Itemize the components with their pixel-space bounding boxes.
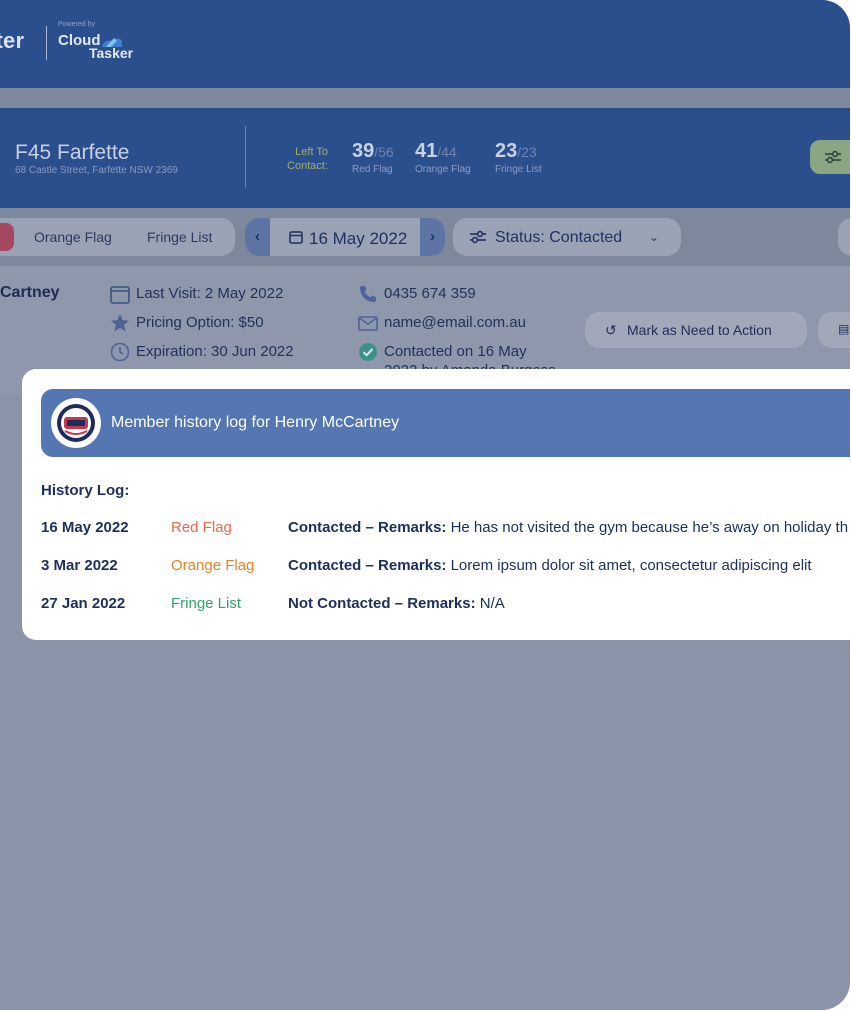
location-address: 68 Castle Street, Farfette NSW 2369	[15, 165, 178, 176]
flag-tab-group: Orange Flag Fringe List	[0, 218, 235, 256]
extra-filter-button[interactable]	[838, 218, 850, 256]
log-date: 27 Jan 2022	[41, 595, 126, 612]
status-sliders-icon	[470, 230, 486, 244]
tab-red-flag[interactable]	[0, 223, 14, 251]
history-log-modal: Member history log for Henry McCartney H…	[22, 369, 850, 640]
expiration-text: Expiration: 30 Jun 2022	[136, 343, 294, 360]
log-status: Contacted –	[288, 519, 374, 536]
log-remarks: He has not visited the gym because he’s …	[450, 519, 849, 536]
mail-icon	[358, 316, 378, 331]
calendar-icon	[110, 286, 130, 304]
pricing-text: Pricing Option: $50	[136, 314, 264, 331]
filter-bar: Orange Flag Fringe List ‹ 16 May 2022 › …	[0, 208, 850, 266]
tab-orange-flag[interactable]: Orange Flag	[34, 229, 112, 245]
stat-orange-total: /44	[437, 144, 457, 160]
check-circle-icon	[359, 343, 377, 361]
log-remarks-label: Remarks:	[378, 557, 447, 574]
sliders-icon	[825, 150, 841, 164]
cloudtasker-logo-icon	[102, 38, 122, 47]
history-log-row: 27 Jan 2022 Fringe List Not Contacted – …	[41, 595, 850, 617]
top-bar: tter Powered by Cloud Tasker	[0, 0, 850, 88]
log-remarks: Lorem ipsum dolor sit amet, consectetur …	[450, 557, 812, 574]
date-picker: ‹ 16 May 2022 ›	[245, 218, 445, 256]
mark-need-to-action-label: Mark as Need to Action	[627, 322, 772, 338]
stat-red-flag: 39/56 Red Flag	[352, 140, 394, 175]
brand-separator	[46, 26, 47, 60]
phone-text: 0435 674 359	[384, 285, 476, 302]
log-date: 16 May 2022	[41, 519, 129, 536]
log-date: 3 Mar 2022	[41, 557, 118, 574]
status-dropdown[interactable]: Status: Contacted ⌄	[453, 218, 681, 256]
log-flag: Red Flag	[171, 519, 232, 536]
stat-fringe-list: 23/23 Fringe List	[495, 140, 542, 175]
log-remarks-line: Contacted – Remarks: Lorem ipsum dolor s…	[288, 557, 812, 574]
current-date[interactable]: 16 May 2022	[309, 229, 407, 249]
log-remarks-line: Not Contacted – Remarks: N/A	[288, 595, 505, 612]
log-remarks-label: Remarks:	[378, 519, 447, 536]
modal-title: Member history log for Henry McCartney	[111, 414, 400, 431]
gym-logo-icon	[57, 404, 95, 442]
stat-red-count: 39	[352, 140, 375, 162]
modal-header: Member history log for Henry McCartney	[41, 389, 850, 457]
phone-icon	[360, 286, 376, 302]
member-name: Cartney	[0, 284, 60, 301]
stat-fringe-count: 23	[495, 140, 518, 162]
log-remarks: N/A	[479, 595, 505, 612]
history-log-label: History Log:	[41, 482, 130, 499]
log-status: Contacted –	[288, 557, 374, 574]
calendar-icon	[289, 231, 303, 244]
stat-orange-flag: 41/44 Orange Flag	[415, 140, 471, 175]
log-flag: Fringe List	[171, 595, 242, 612]
log-remarks-label: Remarks:	[407, 595, 476, 612]
log-remarks-line: Contacted – Remarks: He has not visited …	[288, 519, 848, 536]
left-to-contact-label: Left To Contact:	[270, 145, 328, 173]
mark-need-to-action-button[interactable]: ↺ Mark as Need to Action	[585, 312, 807, 348]
stat-fringe-total: /23	[517, 144, 537, 160]
chevron-down-icon: ⌄	[649, 230, 660, 244]
location-bar: F45 Farfette 68 Castle Street, Farfette …	[0, 108, 850, 208]
brand-logo-text: tter	[0, 28, 25, 53]
status-value: Status: Contacted	[495, 229, 623, 246]
location-divider	[245, 126, 246, 188]
tab-fringe-list[interactable]: Fringe List	[147, 229, 212, 245]
next-date-button[interactable]: ›	[420, 218, 445, 256]
filter-settings-button[interactable]	[810, 140, 850, 174]
log-status: Not Contacted –	[288, 595, 404, 612]
stat-orange-count: 41	[415, 140, 438, 162]
comment-button[interactable]: ▤	[818, 312, 850, 348]
clock-icon	[110, 342, 130, 362]
contacted-text-line1: Contacted on 16 May	[384, 343, 527, 360]
prev-date-button[interactable]: ‹	[245, 218, 270, 256]
stat-red-total: /56	[374, 144, 394, 160]
gym-logo-avatar	[51, 398, 101, 448]
last-visit-text: Last Visit: 2 May 2022	[136, 285, 284, 302]
stat-fringe-label: Fringe List	[495, 164, 542, 175]
stat-orange-label: Orange Flag	[415, 164, 471, 175]
history-log-row: 16 May 2022 Red Flag Contacted – Remarks…	[41, 519, 850, 541]
contact-label: Contact:	[287, 160, 328, 172]
left-to-label: Left To	[295, 146, 328, 158]
email-text: name@email.com.au	[384, 314, 526, 331]
log-flag: Orange Flag	[171, 557, 255, 574]
comment-icon: ▤	[838, 322, 850, 336]
app-window: tter Powered by Cloud Tasker F45 Farfett…	[0, 0, 850, 1010]
star-icon	[111, 314, 129, 332]
top-divider-band	[0, 88, 850, 108]
stat-red-label: Red Flag	[352, 164, 393, 175]
history-log-row: 3 Mar 2022 Orange Flag Contacted – Remar…	[41, 557, 850, 579]
location-name: F45 Farfette	[15, 141, 130, 164]
powered-by-label: Powered by	[58, 21, 95, 28]
undo-icon: ↺	[605, 322, 617, 338]
